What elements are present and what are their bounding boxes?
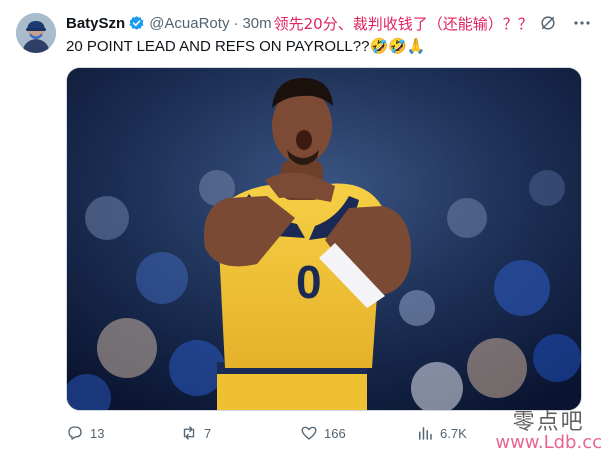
view-count: 6.7K [440, 425, 467, 441]
like-button[interactable]: 166 [300, 424, 346, 442]
tweet-image[interactable]: 0 [66, 67, 582, 411]
author-handle[interactable]: @AcuaRoty [149, 15, 229, 32]
reply-button[interactable]: 13 [66, 424, 104, 442]
author-name[interactable]: BatySzn [66, 15, 125, 32]
tweet-text: 20 POINT LEAD AND REFS ON PAYROLL??🤣🤣🙏 [66, 38, 426, 55]
avatar[interactable] [16, 13, 56, 53]
overlay-comment: 领先20分、裁判收钱了（还能输）？？ [273, 14, 533, 33]
grok-icon[interactable] [539, 14, 557, 32]
tweet-actions: 13 7 166 6.7K [66, 424, 546, 446]
tweet-header: BatySzn @AcuaRoty · 30m 领先20分、裁判收钱了（还能输）… [66, 13, 592, 33]
reply-count: 13 [90, 425, 105, 441]
repost-button[interactable]: 7 [180, 424, 211, 442]
views-button[interactable]: 6.7K [416, 424, 467, 442]
heart-icon [301, 426, 317, 440]
verified-badge-icon [128, 15, 145, 32]
svg-text:0: 0 [296, 256, 322, 308]
like-count: 166 [324, 425, 346, 441]
more-options-icon[interactable] [572, 13, 592, 33]
reply-icon [68, 426, 82, 440]
repost-icon [183, 426, 195, 440]
views-icon [419, 427, 432, 440]
repost-count: 7 [204, 425, 212, 441]
separator-dot: · [233, 14, 239, 32]
timestamp[interactable]: 30m [242, 15, 271, 32]
